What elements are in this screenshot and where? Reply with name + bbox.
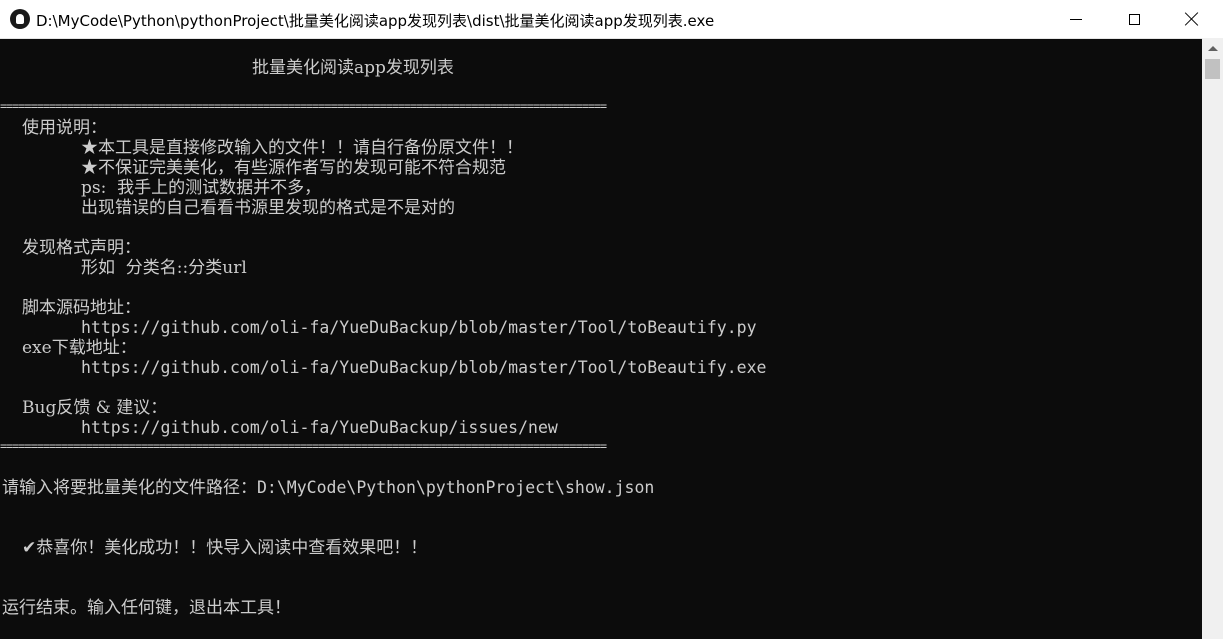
vertical-scrollbar[interactable] [1202, 38, 1223, 639]
path-prompt: 请输入将要批量美化的文件路径：D:\MyCode\Python\pythonPr… [2, 478, 654, 498]
exit-message: 运行结束。输入任何键，退出本工具！ [2, 598, 291, 618]
prompt-value: D:\MyCode\Python\pythonProject\show.json [257, 478, 655, 497]
scrollbar-thumb[interactable] [1205, 59, 1220, 79]
bug-heading: Bug反馈 & 建议： [22, 398, 168, 418]
title-bar[interactable]: D:\MyCode\Python\pythonProject\批量美化阅读app… [0, 0, 1223, 39]
maximize-icon [1128, 13, 1140, 25]
header-title: 批量美化阅读app发现列表 [252, 58, 454, 78]
usage-heading: 使用说明： [22, 118, 107, 138]
usage-line-2: ★不保证完美美化，有些源作者写的发现可能不符合规范 [81, 158, 506, 178]
minimize-button[interactable] [1047, 0, 1105, 38]
scroll-up-button[interactable] [1202, 38, 1223, 58]
success-text: 恭喜你！美化成功！！快导入阅读中查看效果吧！！ [36, 538, 428, 558]
script-url: https://github.com/oli-fa/YueDuBackup/bl… [81, 318, 757, 337]
close-icon [1185, 12, 1199, 26]
console-app-icon[interactable] [10, 9, 30, 29]
bug-url: https://github.com/oli-fa/YueDuBackup/is… [81, 418, 558, 437]
exe-heading: exe下载地址： [22, 338, 137, 358]
exe-url: https://github.com/oli-fa/YueDuBackup/bl… [81, 358, 767, 377]
window-title: D:\MyCode\Python\pythonProject\批量美化阅读app… [36, 12, 715, 30]
format-body: 形如 分类名::分类url [81, 258, 247, 278]
usage-line-4: 出现错误的自己看看书源里发现的格式是不是对的 [81, 198, 455, 218]
separator-bottom: ========================================… [0, 439, 607, 453]
script-heading: 脚本源码地址： [22, 298, 141, 318]
format-heading: 发现格式声明： [22, 238, 141, 258]
prompt-label: 请输入将要批量美化的文件路径： [2, 478, 257, 498]
close-button[interactable] [1163, 0, 1221, 38]
check-mark-icon: ✔ [22, 538, 37, 558]
success-line: ✔恭喜你！美化成功！！快导入阅读中查看效果吧！！ [22, 538, 427, 558]
separator-top: ========================================… [0, 99, 607, 113]
console-output[interactable]: 批量美化阅读app发现列表 ==========================… [0, 38, 1202, 639]
minimize-icon [1070, 18, 1082, 20]
scroll-up-arrow-icon [1207, 45, 1218, 51]
usage-line-3: ps: 我手上的测试数据并不多， [81, 178, 322, 198]
usage-line-1: ★本工具是直接修改输入的文件！！请自行备份原文件！！ [81, 138, 523, 158]
maximize-button[interactable] [1105, 0, 1163, 38]
